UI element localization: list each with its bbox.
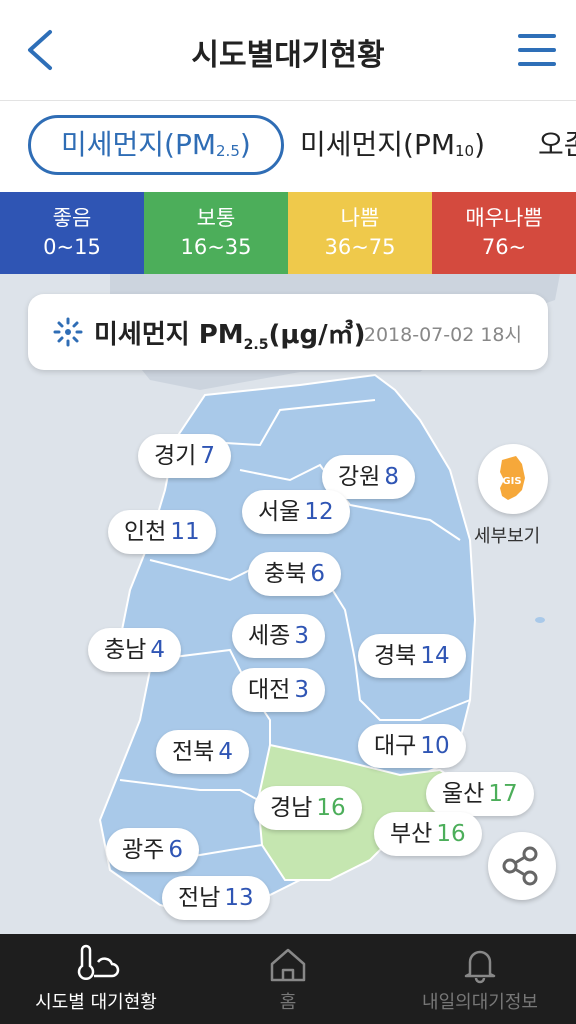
region-badge-busan[interactable]: 부산 16 <box>374 812 482 856</box>
tab-pm25[interactable]: 미세먼지(PM2.5) <box>28 115 284 175</box>
region-badge-daejeon[interactable]: 대전 3 <box>232 668 325 712</box>
region-badge-jeonnam[interactable]: 전남 13 <box>162 876 270 920</box>
korea-gis-icon: GIS <box>500 456 525 500</box>
pollutant-tabs: 미세먼지(PM2.5) 미세먼지(PM10) 오존 <box>0 101 576 192</box>
air-quality-legend: 좋음 0~15 보통 16~35 나쁨 36~75 매우나쁨 76~ <box>0 192 576 274</box>
card-title: 미세먼지 PM2.5(μg/㎥) <box>94 320 366 354</box>
bell-icon <box>464 950 496 984</box>
thermometer-cloud-icon <box>77 944 120 980</box>
share-button[interactable] <box>488 832 556 900</box>
svg-text:GIS: GIS <box>502 476 521 487</box>
legend-very-bad: 매우나쁨 76~ <box>432 192 576 274</box>
region-badge-seoul[interactable]: 서울 12 <box>242 490 350 534</box>
region-badge-daegu[interactable]: 대구 10 <box>358 724 466 768</box>
legend-moderate: 보통 16~35 <box>144 192 288 274</box>
nav-tomorrow-forecast[interactable]: 내일의대기정보 <box>384 934 576 1024</box>
region-badge-ulsan[interactable]: 울산 17 <box>426 772 534 816</box>
app-header: 시도별대기현황 <box>0 0 576 101</box>
gis-detail-label: 세부보기 <box>474 526 541 547</box>
region-badge-gyeonggi[interactable]: 경기 7 <box>138 434 231 478</box>
page-title: 시도별대기현황 <box>191 38 385 73</box>
region-badge-jeonbuk[interactable]: 전북 4 <box>156 730 249 774</box>
nav-home[interactable]: 홈 <box>192 934 384 1024</box>
legend-good: 좋음 0~15 <box>0 192 144 274</box>
region-badge-incheon[interactable]: 인천 11 <box>108 510 216 554</box>
region-badge-chungnam[interactable]: 충남 4 <box>88 628 181 672</box>
nav-regional-status[interactable]: 시도별 대기현황 <box>0 934 192 1024</box>
gis-detail-button[interactable]: GIS <box>478 444 548 514</box>
region-badge-gyeongbuk[interactable]: 경북 14 <box>358 634 466 678</box>
tab-ozone[interactable]: 오존 <box>538 117 576 173</box>
tab-pm10[interactable]: 미세먼지(PM10) <box>300 117 485 173</box>
region-badge-gyeongnam[interactable]: 경남 16 <box>254 786 362 830</box>
timestamp: 2018-07-02 18시 <box>363 324 522 346</box>
home-icon <box>270 948 306 982</box>
region-badge-gwangju[interactable]: 광주 6 <box>106 828 199 872</box>
legend-bad: 나쁨 36~75 <box>288 192 432 274</box>
hamburger-menu-icon[interactable] <box>518 34 556 66</box>
dust-icon <box>53 317 83 347</box>
share-icon <box>502 846 538 886</box>
region-badge-chungbuk[interactable]: 충북 6 <box>248 552 341 596</box>
pm25-info-card: 미세먼지 PM2.5(μg/㎥) 2018-07-02 18시 <box>28 294 548 370</box>
bottom-navigation: 시도별 대기현황 홈 내일의대기정보 <box>0 934 576 1024</box>
region-badge-sejong[interactable]: 세종 3 <box>232 614 325 658</box>
